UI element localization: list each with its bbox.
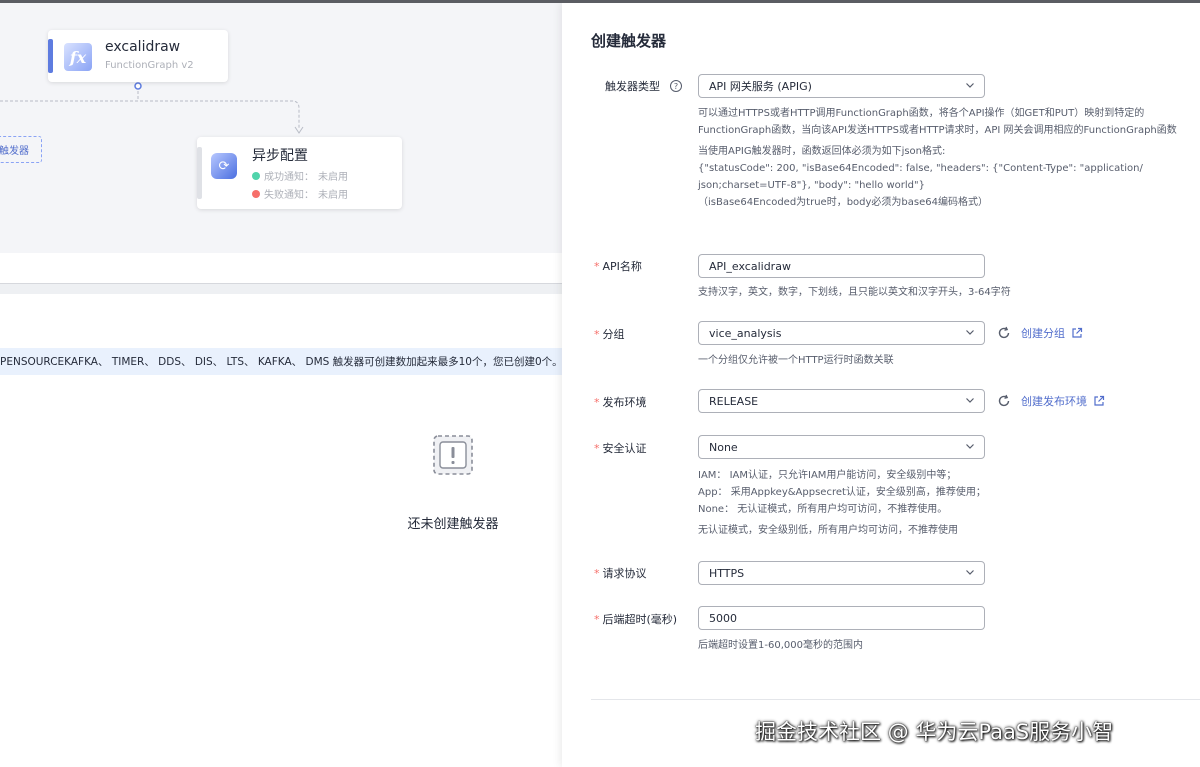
trigger-limit-info-text: PENSOURCEKAFKA、 TIMER、 DDS、 DIS、 LTS、 KA…	[0, 356, 562, 368]
auth-select[interactable]: None	[698, 435, 985, 459]
auth-description: IAM： IAM认证，只允许IAM用户能访问，安全级别中等； App： 采用Ap…	[698, 467, 1193, 539]
failure-notify-label: 失败通知：	[264, 190, 314, 201]
async-node-title: 异步配置	[252, 148, 308, 164]
failure-notify-row: 失败通知： 未启用	[252, 186, 348, 201]
group-description: 一个分组仅允许被一个HTTP运行时函数关联	[698, 352, 1193, 369]
chevron-down-icon	[966, 330, 974, 335]
help-icon[interactable]: ?	[670, 80, 682, 92]
add-trigger-label: 触发器	[0, 146, 29, 157]
create-group-link-text: 创建分组	[1021, 327, 1065, 340]
required-mark: *	[594, 259, 600, 273]
api-name-label-text: API名称	[602, 260, 642, 273]
window-top-border	[0, 0, 1200, 3]
function-flow-canvas: fx excalidraw FunctionGraph v2 触发器 ⟳ 异步配…	[0, 3, 562, 253]
trigger-type-desc-line: FunctionGraph函数，当向该API发送HTTPS或者HTTP请求时，A…	[698, 125, 1177, 136]
empty-state-icon	[433, 435, 473, 475]
required-mark: *	[594, 395, 600, 409]
function-node-accent-bar	[48, 39, 53, 73]
protocol-label-text: 请求协议	[602, 567, 647, 580]
function-node-subtitle: FunctionGraph v2	[105, 60, 194, 71]
auth-desc-line: IAM： IAM认证，只允许IAM用户能访问，安全级别中等；	[698, 470, 957, 481]
chevron-down-icon	[966, 83, 974, 88]
timeout-description: 后端超时设置1-60,000毫秒的范围内	[698, 637, 1193, 654]
env-label-text: 发布环境	[602, 396, 647, 409]
required-mark: *	[594, 612, 600, 626]
env-value: RELEASE	[709, 394, 759, 408]
auth-desc-line: App： 采用Appkey&Appsecret认证，安全级别高，推荐使用；	[698, 487, 986, 498]
auth-value: None	[709, 440, 738, 454]
group-label: * 分组	[594, 326, 625, 342]
required-mark: *	[594, 441, 600, 455]
timeout-label: * 后端超时(毫秒)	[594, 611, 677, 627]
trigger-type-select[interactable]: API 网关服务 (APIG)	[698, 74, 985, 98]
async-config-node[interactable]: ⟳ 异步配置 成功通知： 未启用 失败通知： 未启用	[197, 137, 402, 209]
refresh-env-icon[interactable]	[997, 394, 1011, 408]
success-notify-label: 成功通知：	[264, 172, 314, 183]
timeout-value: 5000	[709, 611, 737, 625]
create-env-link-text: 创建发布环境	[1021, 395, 1087, 408]
create-trigger-drawer: 创建触发器 触发器类型 ? API 网关服务 (APIG) 可以通过HTTPS或…	[562, 3, 1200, 767]
trigger-type-desc-line: （isBase64Encoded为true时，body必须为base64编码格式…	[698, 197, 988, 208]
drawer-title: 创建触发器	[591, 32, 667, 50]
function-node[interactable]: fx excalidraw FunctionGraph v2	[48, 30, 228, 82]
auth-desc-line: 无认证模式，安全级别低，所有用户均可访问，不推荐使用	[698, 525, 958, 536]
required-mark: *	[594, 566, 600, 580]
trigger-type-desc-line: 当使用APIG触发器时，函数返回体必须为如下json格式:	[698, 146, 946, 157]
api-name-input[interactable]: API_excalidraw	[698, 254, 985, 278]
timeout-input[interactable]: 5000	[698, 606, 985, 630]
trigger-type-value: API 网关服务 (APIG)	[709, 80, 812, 93]
chevron-down-icon	[966, 444, 974, 449]
function-node-title: excalidraw	[105, 39, 181, 55]
success-status-dot	[252, 171, 260, 180]
external-link-icon	[1094, 395, 1105, 406]
auth-desc-line: None： 无认证模式，所有用户均可访问，不推荐使用。	[698, 504, 948, 515]
async-config-icon: ⟳	[211, 153, 237, 179]
canvas-footer	[0, 253, 562, 283]
success-notify-row: 成功通知： 未启用	[252, 168, 348, 183]
api-name-description: 支持汉字，英文，数字，下划线，且只能以英文和汉字开头，3-64字符	[698, 284, 1193, 301]
timeout-desc-text: 后端超时设置1-60,000毫秒的范围内	[698, 640, 863, 651]
fx-function-icon: fx	[64, 43, 92, 71]
success-notify-value: 未启用	[318, 172, 348, 183]
trigger-type-description: 可以通过HTTPS或者HTTP调用FunctionGraph函数，将各个API操…	[698, 105, 1193, 211]
auth-label-text: 安全认证	[602, 442, 647, 455]
trigger-type-desc-line: {"statusCode": 200, "isBase64Encoded": f…	[698, 163, 1143, 174]
chevron-down-icon	[966, 570, 974, 575]
chevron-down-icon	[966, 398, 974, 403]
trigger-type-label: 触发器类型 ?	[605, 78, 682, 94]
external-link-icon	[1072, 327, 1083, 338]
function-designer-background: fx excalidraw FunctionGraph v2 触发器 ⟳ 异步配…	[0, 0, 562, 767]
protocol-select[interactable]: HTTPS	[698, 561, 985, 585]
trigger-type-desc-line: 可以通过HTTPS或者HTTP调用FunctionGraph函数，将各个API操…	[698, 108, 1145, 119]
required-mark: *	[594, 327, 600, 341]
group-value: vice_analysis	[709, 326, 782, 340]
trigger-type-label-text: 触发器类型	[605, 80, 660, 93]
group-select[interactable]: vice_analysis	[698, 321, 985, 345]
add-trigger-node[interactable]: 触发器	[0, 136, 42, 163]
create-group-link[interactable]: 创建分组	[1021, 325, 1083, 341]
env-label: * 发布环境	[594, 394, 647, 410]
trigger-limit-info-bar: PENSOURCEKAFKA、 TIMER、 DDS、 DIS、 LTS、 KA…	[0, 348, 562, 375]
trigger-type-desc-line: json;charset=UTF-8"}, "body": "hello wor…	[698, 180, 925, 191]
env-select[interactable]: RELEASE	[698, 389, 985, 413]
failure-notify-value: 未启用	[318, 190, 348, 201]
group-label-text: 分组	[602, 328, 625, 341]
timeout-label-text: 后端超时(毫秒)	[602, 613, 678, 626]
auth-label: * 安全认证	[594, 440, 647, 456]
protocol-value: HTTPS	[709, 566, 745, 580]
empty-state-text: 还未创建触发器	[407, 517, 499, 532]
failure-status-dot	[252, 189, 260, 198]
group-desc-text: 一个分组仅允许被一个HTTP运行时函数关联	[698, 355, 894, 366]
drawer-footer-divider	[591, 699, 1200, 700]
api-name-value: API_excalidraw	[709, 259, 791, 273]
create-env-link[interactable]: 创建发布环境	[1021, 393, 1105, 409]
api-name-label: * API名称	[594, 258, 642, 274]
api-name-desc-text: 支持汉字，英文，数字，下划线，且只能以英文和汉字开头，3-64字符	[698, 287, 1011, 298]
refresh-group-icon[interactable]	[997, 326, 1011, 340]
async-node-accent-bar	[197, 147, 202, 199]
source-watermark: 掘金技术社区 @ 华为云PaaS服务小智	[755, 720, 1114, 744]
protocol-label: * 请求协议	[594, 565, 647, 581]
panel-divider[interactable]	[0, 283, 562, 294]
